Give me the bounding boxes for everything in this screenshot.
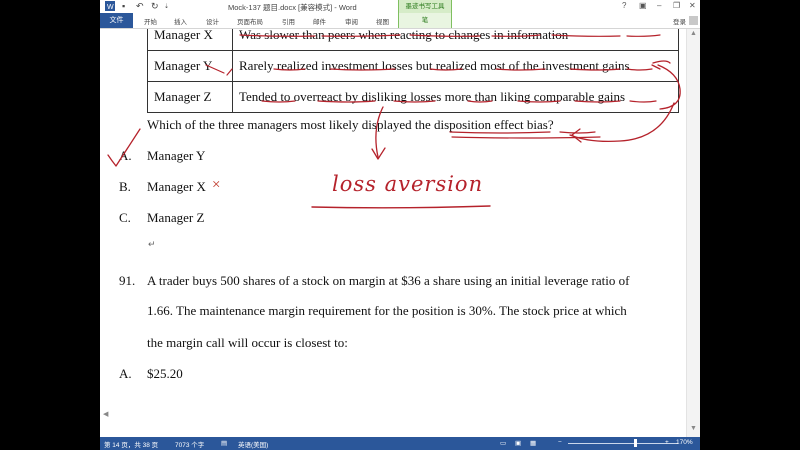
document-title: Mock-137 题目.docx [兼容模式] - Word (228, 3, 357, 12)
help-button[interactable]: ? (622, 1, 626, 10)
print-layout-icon[interactable]: ▣ (515, 439, 521, 447)
tab-view[interactable]: 视图 (376, 16, 389, 26)
tab-page-layout[interactable]: 页面布局 (237, 16, 263, 26)
read-mode-icon[interactable]: ▭ (500, 439, 506, 447)
paragraph-mark: ↵ (148, 239, 156, 249)
document-page[interactable]: Manager X Was slower than peers when rea… (100, 29, 686, 437)
page-count[interactable]: 第 14 页，共 38 页 (104, 439, 158, 449)
tab-design[interactable]: 设计 (206, 16, 219, 26)
zoom-out-icon[interactable]: − (558, 439, 562, 446)
tab-mailings[interactable]: 邮件 (313, 16, 326, 26)
word-count[interactable]: 7073 个字 (175, 439, 204, 449)
language[interactable]: 英语(美国) (238, 439, 268, 449)
zoom-slider[interactable] (568, 443, 678, 444)
zoom-slider-thumb[interactable] (634, 439, 637, 447)
status-bar: 第 14 页，共 38 页 7073 个字 ▤ 英语(美国) ▭ ▣ ▦ − +… (100, 437, 700, 450)
ink-annotations (107, 34, 681, 209)
login-link[interactable]: 登录 (673, 16, 686, 26)
tab-references[interactable]: 引用 (282, 16, 295, 26)
minimize-icon[interactable]: – (657, 1, 661, 10)
proofing-icon[interactable]: ▤ (221, 439, 227, 447)
ribbon-tabs: 文件 开始 插入 设计 页面布局 引用 邮件 审阅 视图 笔 登录 (100, 13, 700, 29)
scroll-up-arrow-icon[interactable]: ▲ (690, 30, 697, 37)
tab-insert[interactable]: 插入 (174, 16, 187, 26)
ribbon-options-icon[interactable]: ▣ (639, 1, 647, 10)
vertical-scrollbar[interactable]: ▲ ▼ (686, 29, 700, 437)
redo-icon[interactable]: ↻ (151, 1, 159, 12)
scroll-down-arrow-icon[interactable]: ▼ (690, 425, 697, 432)
tab-file[interactable]: 文件 (100, 13, 133, 28)
close-icon[interactable]: ✕ (689, 1, 696, 10)
scroll-left-arrow-icon[interactable]: ◀ (103, 410, 108, 418)
restore-icon[interactable]: ❐ (673, 1, 680, 10)
tab-review[interactable]: 审阅 (345, 16, 358, 26)
zoom-level[interactable]: 170% (676, 439, 693, 446)
ink-tools-context-tab: 墨迹书写工具 (398, 0, 452, 13)
customize-qat-icon[interactable]: ⇣ (164, 3, 169, 10)
svg-text:W: W (107, 4, 114, 11)
tab-home[interactable]: 开始 (144, 16, 157, 26)
title-bar: W ▪ ↶ ↻ ⇣ Mock-137 题目.docx [兼容模式] - Word… (100, 0, 700, 13)
word-app-icon: W (105, 1, 115, 13)
web-layout-icon[interactable]: ▦ (530, 439, 536, 447)
undo-icon[interactable]: ↶ (136, 1, 144, 12)
word-window: W ▪ ↶ ↻ ⇣ Mock-137 题目.docx [兼容模式] - Word… (100, 0, 700, 450)
tab-pen[interactable]: 笔 (398, 13, 452, 28)
avatar[interactable] (689, 16, 698, 25)
zoom-in-icon[interactable]: + (665, 439, 669, 446)
save-icon[interactable]: ▪ (122, 1, 125, 11)
